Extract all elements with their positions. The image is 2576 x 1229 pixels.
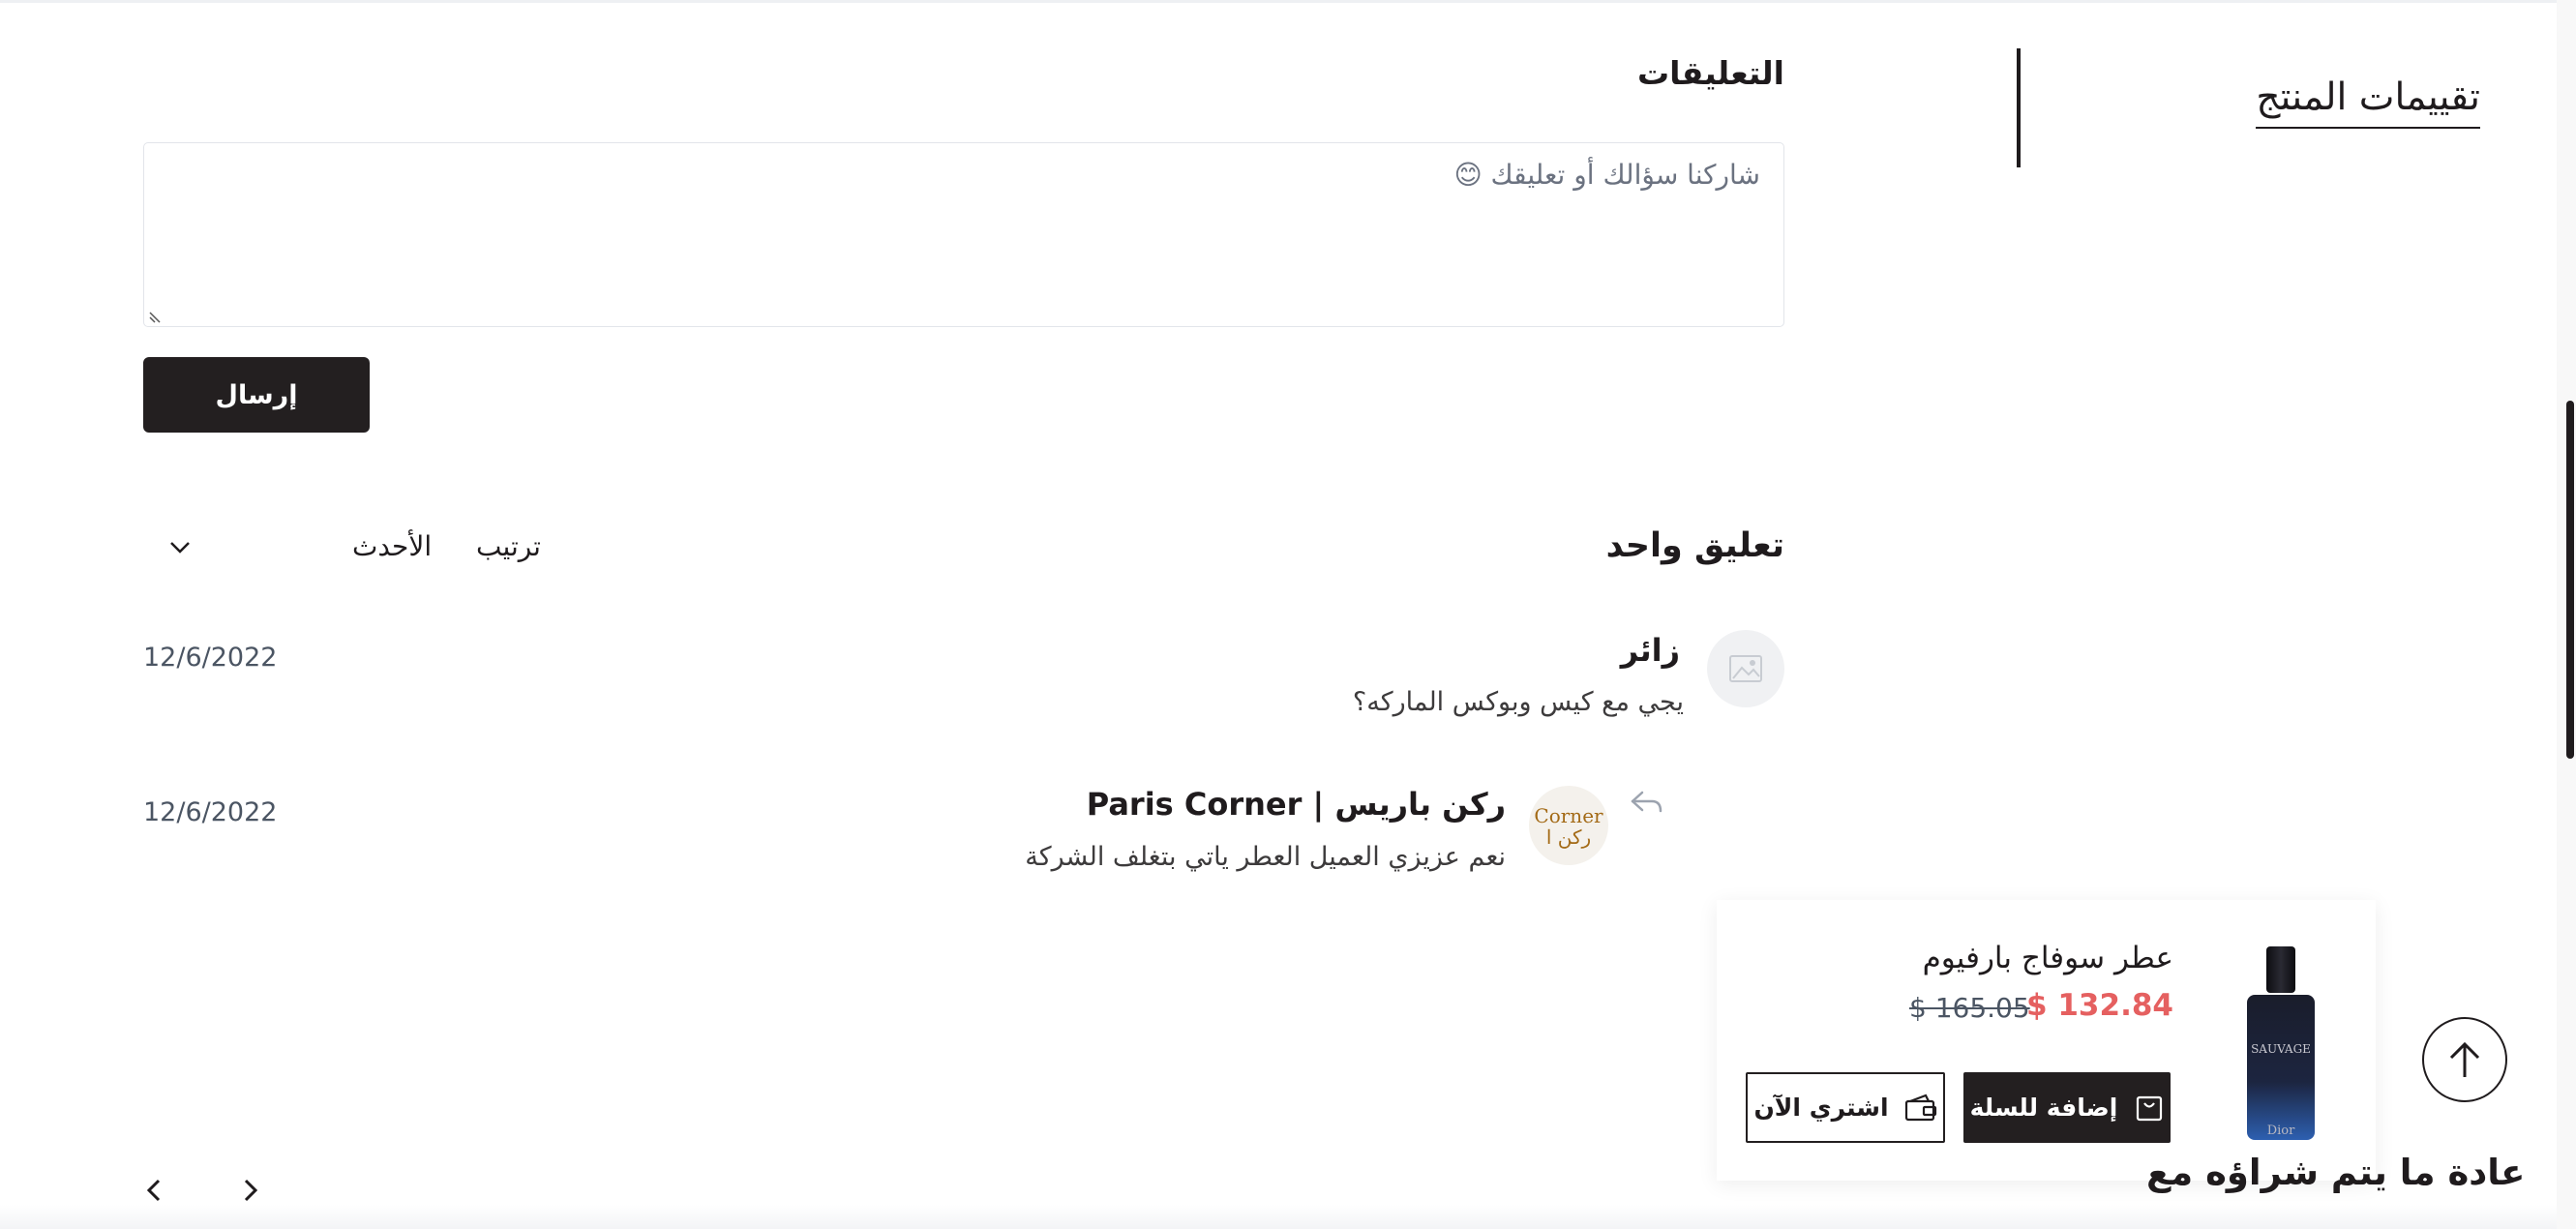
product-price: $ 132.84	[2026, 988, 2173, 1023]
sort-select-value: الأحدث	[352, 530, 433, 562]
buy-now-button[interactable]: اشتري الآن	[1746, 1072, 1945, 1143]
sort-select[interactable]: الأحدث	[158, 525, 438, 571]
reply-date: 12/6/2022	[143, 797, 278, 827]
avatar	[1707, 630, 1784, 707]
reviews-tab-title[interactable]: تقييمات المنتج	[2256, 75, 2480, 129]
section-divider	[2017, 48, 2021, 167]
wallet-icon	[1904, 1094, 1936, 1121]
add-to-cart-button[interactable]: إضافة للسلة	[1963, 1072, 2171, 1143]
frequently-bought-title: عادة ما يتم شراؤه مع	[2146, 1152, 2526, 1193]
product-bottle-brand: Dior	[2267, 1124, 2295, 1138]
chevron-right-icon[interactable]	[238, 1176, 263, 1205]
reviews-tab[interactable]: تقييمات المنتج	[2256, 75, 2480, 129]
comment-input-box[interactable]	[143, 142, 1784, 327]
scrollbar-thumb[interactable]	[2566, 401, 2574, 759]
product-bottle-label: SAUVAGE	[2251, 1042, 2311, 1056]
top-divider	[0, 0, 2576, 3]
add-to-cart-label: إضافة للسلة	[1969, 1094, 2118, 1122]
store-avatar: Corner ركن ا	[1529, 786, 1608, 865]
buy-now-label: اشتري الآن	[1753, 1094, 1889, 1122]
chevron-left-icon[interactable]	[141, 1176, 166, 1205]
product-name: عطر سوفاج بارفيوم	[1922, 941, 2173, 975]
comment-author: زائر	[1620, 632, 1680, 669]
arrow-up-icon	[2449, 1041, 2480, 1077]
reply-icon[interactable]	[1629, 788, 1663, 817]
bottom-fade	[0, 1205, 2576, 1229]
comments-title: التعليقات	[1636, 54, 1784, 92]
reply-text: نعم عزيزي العميل العطر ياتي بتغلف الشركة	[1025, 842, 1506, 872]
sort-label: ترتيب	[476, 530, 541, 562]
product-old-price: $ 165.05	[1909, 992, 2030, 1024]
comment-text: يجي مع كيس وبوكس الماركه؟	[1352, 687, 1684, 717]
sticky-cart-card: عطر سوفاج بارفيوم $ 132.84 $ 165.05 SAUV…	[1717, 900, 2376, 1181]
comment-count: تعليق واحد	[1605, 526, 1784, 565]
store-logo-text: Corner ركن ا	[1534, 804, 1603, 849]
product-thumbnail[interactable]: SAUVAGE Dior	[2232, 943, 2328, 1146]
resize-handle-icon[interactable]	[148, 311, 162, 324]
comment-input[interactable]	[144, 143, 1783, 326]
cart-bag-icon	[2137, 1095, 2163, 1121]
image-placeholder-icon	[1729, 655, 1762, 682]
reply-author: ركن باريس | Paris Corner	[1086, 786, 1506, 823]
chevron-down-icon	[170, 542, 190, 554]
send-button[interactable]: إرسال	[143, 357, 370, 433]
scroll-to-top-button[interactable]	[2422, 1017, 2507, 1102]
comment-date: 12/6/2022	[143, 643, 278, 673]
